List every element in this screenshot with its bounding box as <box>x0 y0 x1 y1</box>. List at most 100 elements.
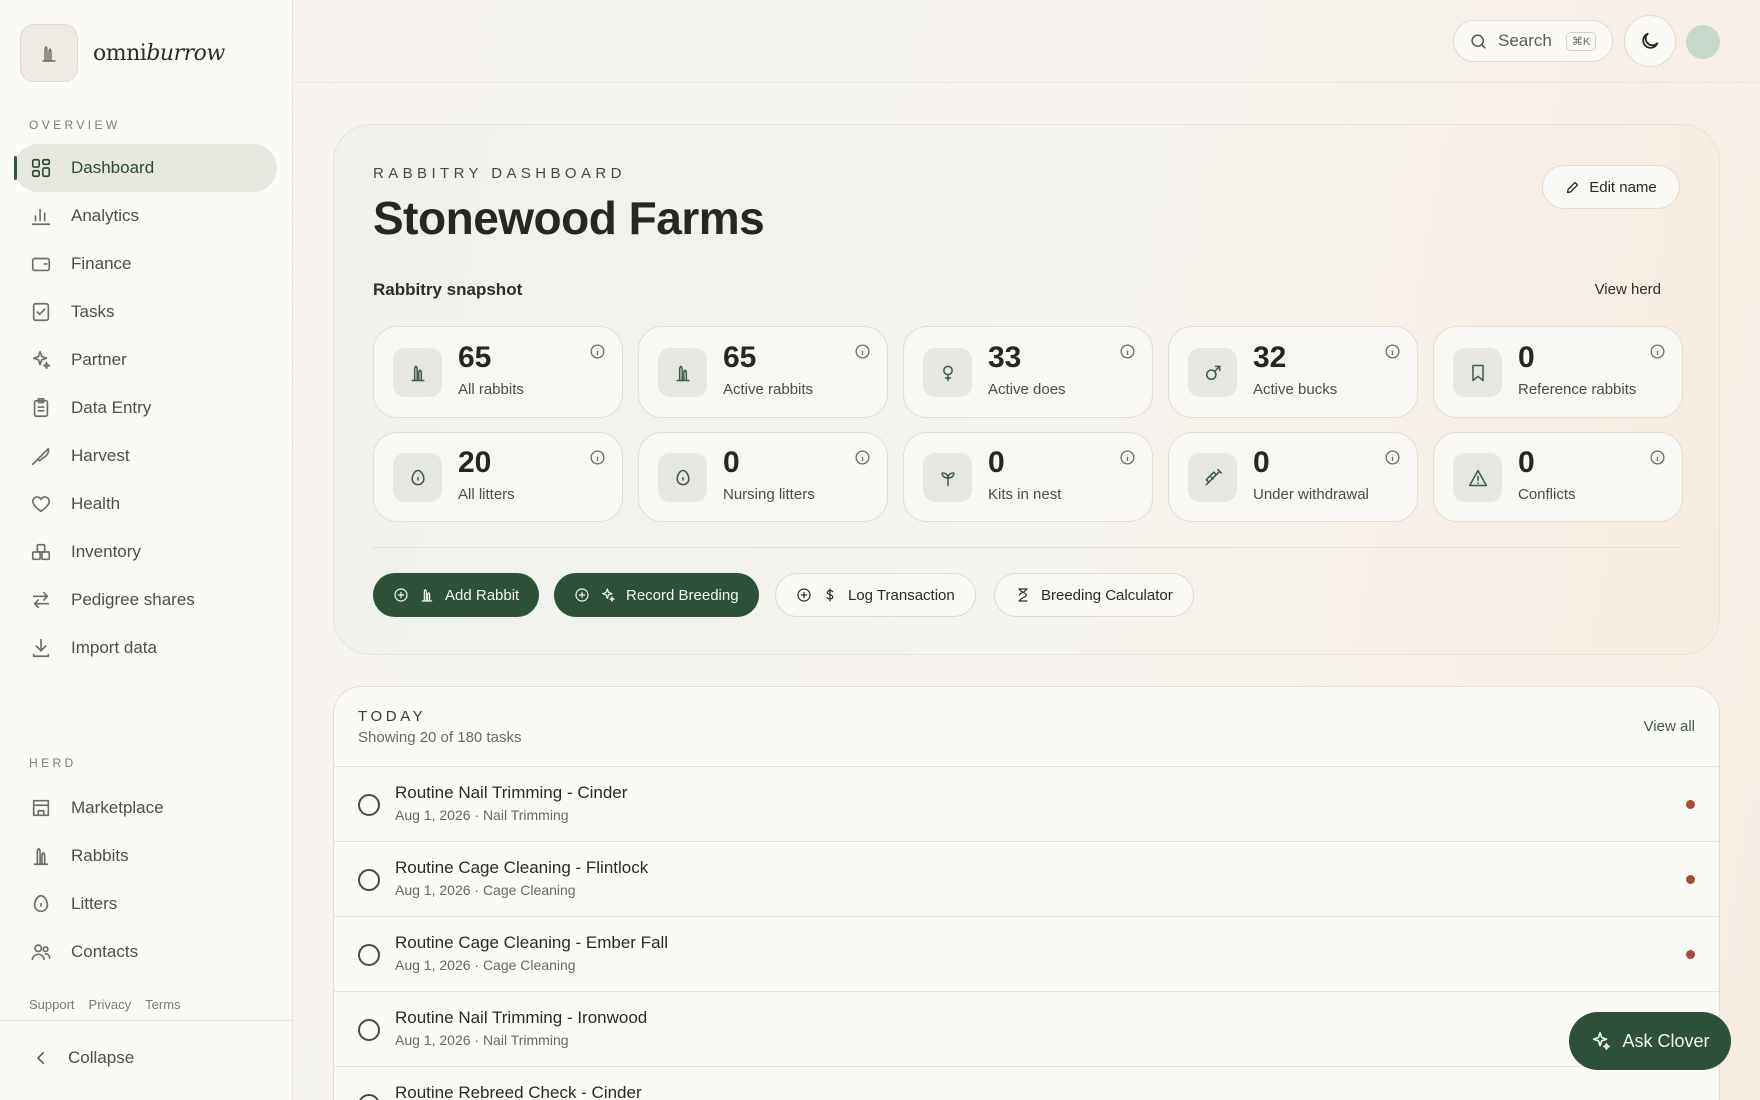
sidebar: omniburrow OVERVIEW Dashboard Analytics … <box>0 0 293 1100</box>
edit-name-button[interactable]: Edit name <box>1542 165 1680 209</box>
stat-card-active-rabbits[interactable]: 65 Active rabbits <box>638 326 888 418</box>
info-icon[interactable] <box>589 343 606 360</box>
support-link[interactable]: Support <box>29 997 75 1012</box>
rabbit-icon <box>421 588 433 602</box>
snapshot-heading: Rabbitry snapshot <box>373 280 523 299</box>
stat-value: 0 <box>723 446 740 479</box>
sidebar-item-contacts[interactable]: Contacts <box>14 928 277 976</box>
priority-dot <box>1686 950 1695 959</box>
privacy-link[interactable]: Privacy <box>89 997 132 1012</box>
priority-dot <box>1686 875 1695 884</box>
task-checkbox[interactable] <box>358 1094 380 1100</box>
view-all-link[interactable]: View all <box>1644 718 1695 735</box>
log-transaction-label: Log Transaction <box>848 586 955 604</box>
sidebar-item-finance[interactable]: Finance <box>14 240 277 288</box>
add-rabbit-button[interactable]: Add Rabbit <box>373 573 540 617</box>
terms-link[interactable]: Terms <box>145 997 180 1012</box>
stat-label: Active does <box>988 381 1066 398</box>
ask-clover-button[interactable]: Ask Clover <box>1569 1012 1731 1070</box>
sidebar-item-label: Harvest <box>71 446 130 465</box>
sparkle-icon <box>32 350 51 370</box>
task-row[interactable]: Routine Nail Trimming - Ironwood Aug 1, … <box>334 991 1719 1066</box>
female-icon <box>923 348 972 397</box>
search-button[interactable]: Search ⌘K <box>1453 20 1613 62</box>
stat-value: 0 <box>1518 446 1535 479</box>
sparkle-icon <box>1593 1031 1611 1051</box>
info-icon[interactable] <box>589 449 606 466</box>
sidebar-item-dashboard[interactable]: Dashboard <box>14 144 277 192</box>
info-icon[interactable] <box>1384 449 1401 466</box>
dashboard-hero-card: RABBITRY DASHBOARD Stonewood Farms Edit … <box>333 124 1720 655</box>
bookmark-icon <box>1453 348 1502 397</box>
sidebar-item-tasks[interactable]: Tasks <box>14 288 277 336</box>
dashboard-icon <box>31 158 51 178</box>
record-breeding-button[interactable]: Record Breeding <box>554 573 759 617</box>
male-icon <box>1188 348 1237 397</box>
task-meta: Aug 1, 2026 · Nail Trimming <box>395 807 569 823</box>
info-icon[interactable] <box>1119 449 1136 466</box>
task-checkbox[interactable] <box>358 1019 380 1041</box>
sidebar-item-marketplace[interactable]: Marketplace <box>14 784 277 832</box>
sidebar-item-rabbits[interactable]: Rabbits <box>14 832 277 880</box>
stat-card-active-does[interactable]: 33 Active does <box>903 326 1153 418</box>
info-icon[interactable] <box>854 449 871 466</box>
sidebar-item-inventory[interactable]: Inventory <box>14 528 277 576</box>
task-meta: Aug 1, 2026 · Cage Cleaning <box>395 957 576 973</box>
stat-card-nursing-litters[interactable]: 0 Nursing litters <box>638 432 888 522</box>
stat-label: Reference rabbits <box>1518 381 1637 398</box>
sidebar-item-partner[interactable]: Partner <box>14 336 277 384</box>
stat-card-kits-in-nest[interactable]: 0 Kits in nest <box>903 432 1153 522</box>
stat-label: All litters <box>458 486 515 503</box>
stat-card-reference-rabbits[interactable]: 0 Reference rabbits <box>1433 326 1683 418</box>
sidebar-item-label: Rabbits <box>71 846 129 865</box>
stat-card-active-bucks[interactable]: 32 Active bucks <box>1168 326 1418 418</box>
task-row[interactable]: Routine Cage Cleaning - Ember Fall Aug 1… <box>334 916 1719 991</box>
sidebar-item-harvest[interactable]: Harvest <box>14 432 277 480</box>
sidebar-item-analytics[interactable]: Analytics <box>14 192 277 240</box>
task-checkbox[interactable] <box>358 869 380 891</box>
info-icon[interactable] <box>1384 343 1401 360</box>
bar-chart-icon <box>31 208 51 226</box>
sidebar-item-label: Tasks <box>71 302 115 321</box>
stat-label: Active rabbits <box>723 381 814 398</box>
avatar[interactable] <box>1686 25 1720 59</box>
stat-card-all-litters[interactable]: 20 All litters <box>373 432 623 522</box>
task-meta: Aug 1, 2026 · Cage Cleaning <box>395 882 576 898</box>
log-transaction-button[interactable]: Log Transaction <box>775 573 976 617</box>
brand[interactable]: omniburrow <box>20 24 225 82</box>
task-row[interactable]: Routine Cage Cleaning - Flintlock Aug 1,… <box>334 841 1719 916</box>
knife-icon <box>31 447 50 466</box>
info-icon[interactable] <box>854 343 871 360</box>
stat-label: Active bucks <box>1253 381 1338 398</box>
stat-card-under-withdrawal[interactable]: 0 Under withdrawal <box>1168 432 1418 522</box>
sidebar-divider <box>0 1020 293 1021</box>
add-rabbit-label: Add Rabbit <box>445 586 520 604</box>
stat-value: 0 <box>988 446 1005 479</box>
stat-label: All rabbits <box>458 381 524 398</box>
task-row[interactable]: Routine Nail Trimming - Cinder Aug 1, 20… <box>334 766 1719 841</box>
sidebar-item-data-entry[interactable]: Data Entry <box>14 384 277 432</box>
info-icon[interactable] <box>1119 343 1136 360</box>
sidebar-item-litters[interactable]: Litters <box>14 880 277 928</box>
stat-card-conflicts[interactable]: 0 Conflicts <box>1433 432 1683 522</box>
plus-circle-icon <box>575 588 589 602</box>
today-subtitle: Showing 20 of 180 tasks <box>358 729 522 746</box>
egg-icon <box>393 453 442 502</box>
stat-label: Conflicts <box>1518 486 1576 503</box>
stat-value: 65 <box>723 341 757 374</box>
sidebar-item-import-data[interactable]: Import data <box>14 624 277 672</box>
view-herd-link[interactable]: View herd <box>1595 281 1661 298</box>
task-row[interactable]: Routine Rebreed Check - Cinder <box>334 1066 1719 1100</box>
task-checkbox[interactable] <box>358 944 380 966</box>
task-checkbox[interactable] <box>358 794 380 816</box>
info-icon[interactable] <box>1649 343 1666 360</box>
stat-card-all-rabbits[interactable]: 65 All rabbits <box>373 326 623 418</box>
sidebar-item-pedigree-shares[interactable]: Pedigree shares <box>14 576 277 624</box>
breeding-calculator-button[interactable]: Breeding Calculator <box>994 573 1194 617</box>
sidebar-item-health[interactable]: Health <box>14 480 277 528</box>
info-icon[interactable] <box>1649 449 1666 466</box>
collapse-button[interactable]: Collapse <box>32 1048 134 1068</box>
theme-toggle-button[interactable] <box>1624 15 1676 67</box>
search-icon <box>1471 33 1486 49</box>
overview-section-label: OVERVIEW <box>29 118 121 132</box>
